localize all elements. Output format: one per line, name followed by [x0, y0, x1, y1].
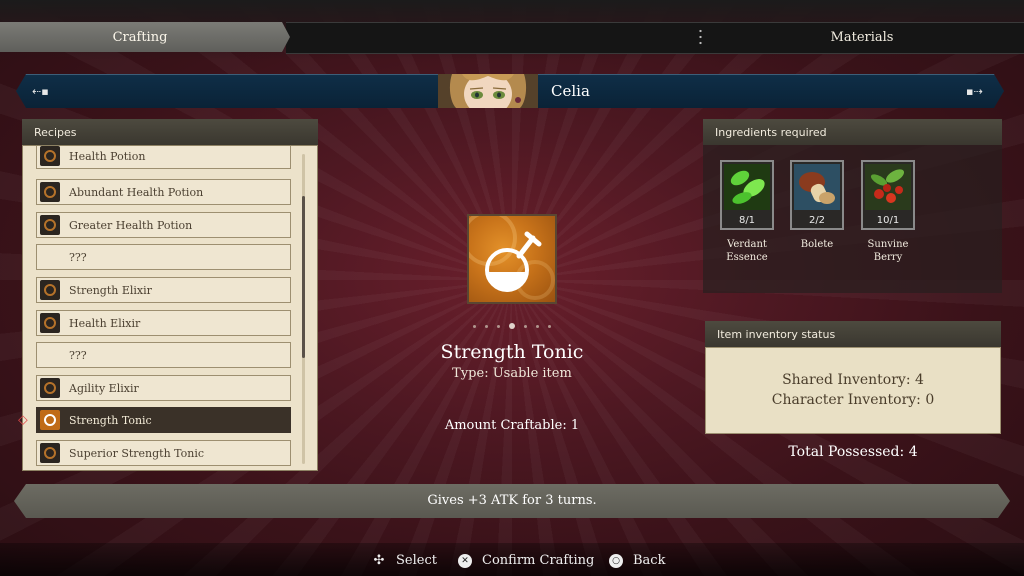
recipe-label: Superior Strength Tonic [69, 446, 205, 460]
recipe-item-strength-elixir[interactable]: Strength Elixir [36, 277, 291, 303]
potion-icon [40, 443, 60, 463]
recipes-header-label: Recipes [34, 125, 77, 139]
tab-materials-label: Materials [830, 29, 894, 45]
dpad-icon: ✣ [373, 553, 385, 568]
potion-flask-icon [461, 210, 557, 304]
tab-crafting-label: Crafting [112, 29, 168, 45]
cross-button-icon: ✕ [458, 553, 472, 568]
scrollbar-thumb[interactable] [302, 196, 305, 358]
recipe-label: Strength Tonic [69, 413, 152, 427]
prompt-select[interactable]: ✣ Select [372, 553, 437, 568]
recipes-header: Recipes [22, 119, 318, 145]
potion-icon [40, 410, 60, 430]
potion-icon [40, 146, 60, 166]
portrait-art [438, 74, 538, 108]
recipe-label: Health Elixir [69, 316, 141, 330]
recipe-item-health-potion[interactable]: Health Potion [36, 146, 291, 169]
arrow-right-icon: ▪⇢ [966, 85, 983, 98]
red-berry-icon [865, 164, 911, 210]
green-leaves-icon [724, 164, 770, 210]
prompt-confirm-crafting[interactable]: ✕ Confirm Crafting [458, 553, 594, 568]
recipe-item-abundant-health-potion[interactable]: Abundant Health Potion [36, 179, 291, 205]
inventory-panel: Shared Inventory: 4 Character Inventory:… [705, 347, 1001, 434]
ingredients-header-label: Ingredients required [715, 125, 827, 139]
potion-icon [40, 280, 60, 300]
prompt-label: Confirm Crafting [482, 553, 595, 568]
ingredient-bolete: 2/2 Bolete [789, 160, 845, 251]
ingredient-verdant-essence: 8/1 Verdant Essence [719, 160, 775, 264]
pager-dot-active [509, 323, 515, 329]
item-description: Gives +3 ATK for 3 turns. [427, 493, 597, 508]
prompt-label: Back [633, 553, 666, 568]
recipe-label: ??? [69, 250, 87, 264]
ingredient-name: Sunvine Berry [867, 239, 909, 263]
pager-dot [524, 324, 527, 328]
total-possessed: Total Possessed: 4 [788, 444, 918, 460]
pager-dot [485, 324, 488, 328]
recipe-label: Strength Elixir [69, 283, 152, 297]
recipe-item-unknown[interactable]: ??? [36, 342, 291, 368]
potion-icon [40, 215, 60, 235]
selection-cursor-icon: ⬦ [18, 412, 28, 428]
tab-materials[interactable]: Materials [700, 22, 1024, 52]
ingredients-panel: 8/1 Verdant Essence 2/2 Bolete 10/1 Sunv… [703, 145, 1002, 293]
recipe-label: Greater Health Potion [69, 218, 193, 232]
arrow-left-icon: ⇠▪ [32, 85, 49, 98]
recipe-label: ??? [69, 348, 87, 362]
recipe-item-greater-health-potion[interactable]: Greater Health Potion [36, 212, 291, 238]
pager-dot [536, 324, 539, 328]
recipe-item-unknown[interactable]: ??? [36, 244, 291, 270]
ingredient-tile: 10/1 [861, 160, 915, 230]
ingredient-tile: 2/2 [790, 160, 844, 230]
amount-craftable: Amount Craftable: 1 [444, 418, 580, 433]
potion-icon [40, 182, 60, 202]
mushroom-icon [794, 164, 840, 210]
item-pager [462, 320, 562, 332]
recipe-label: Agility Elixir [69, 381, 139, 395]
tab-crafting[interactable]: Crafting [0, 22, 290, 52]
prompt-back[interactable]: ○ Back [609, 553, 665, 568]
shared-inventory: Shared Inventory: 4 [782, 372, 924, 388]
ingredient-count: 10/1 [876, 215, 900, 226]
character-portrait [438, 74, 538, 108]
potion-icon [40, 378, 60, 398]
ingredients-header: Ingredients required [703, 119, 1002, 145]
ingredient-name: Verdant Essence [726, 239, 768, 263]
potion-icon [40, 313, 60, 333]
ingredient-count: 2/2 [808, 215, 826, 226]
recipe-list: Health Potion Abundant Health Potion Gre… [22, 145, 318, 471]
recipe-item-agility-elixir[interactable]: Agility Elixir [36, 375, 291, 401]
character-name: Celia [551, 82, 590, 100]
recipe-item-superior-strength-tonic[interactable]: Superior Strength Tonic [36, 440, 291, 466]
ingredient-name: Bolete [800, 239, 834, 250]
pager-dot [473, 324, 476, 328]
circle-button-icon: ○ [609, 553, 623, 568]
pager-dot [497, 324, 500, 328]
inventory-header-label: Item inventory status [717, 327, 836, 341]
prev-character-button[interactable]: ⇠▪ [32, 85, 49, 98]
item-name: Strength Tonic [440, 341, 584, 363]
ingredient-tile: 8/1 [720, 160, 774, 230]
character-inventory: Character Inventory: 0 [771, 392, 935, 408]
inventory-header: Item inventory status [705, 321, 1001, 347]
prompt-label: Select [396, 553, 437, 568]
recipe-label: Abundant Health Potion [69, 185, 204, 199]
ingredient-sunvine-berry: 10/1 Sunvine Berry [860, 160, 916, 264]
recipe-label: Health Potion [69, 149, 146, 163]
pager-dot [548, 324, 551, 328]
recipe-item-health-elixir[interactable]: Health Elixir [36, 310, 291, 336]
ingredient-count: 8/1 [738, 215, 756, 226]
recipe-item-strength-tonic[interactable]: Strength Tonic [36, 407, 291, 433]
item-type: Type: Usable item [452, 366, 572, 381]
next-character-button[interactable]: ▪⇢ [966, 85, 983, 98]
